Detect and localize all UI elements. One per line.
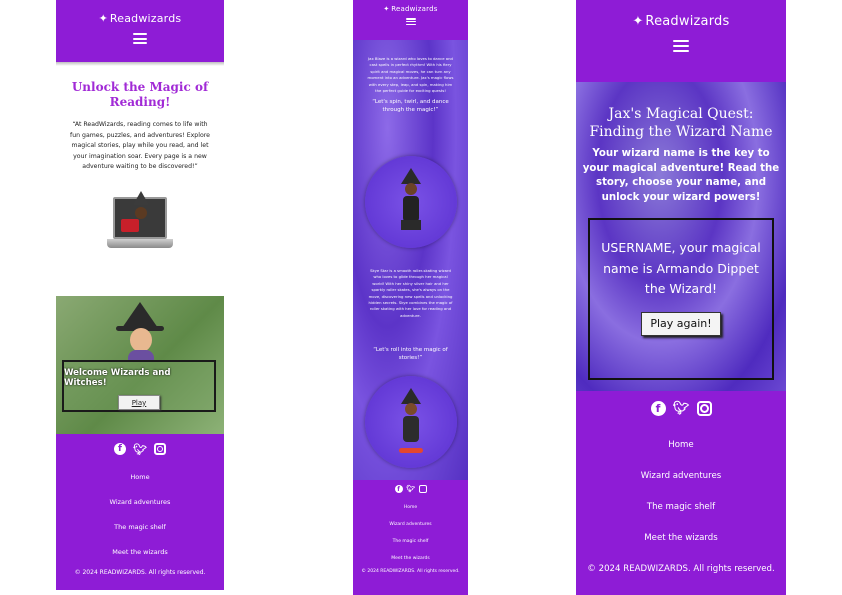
brand-name: Readwizards — [391, 5, 438, 13]
magic-wand-icon: ✦ — [98, 12, 108, 25]
skye-description: Skye Star is a smooth roller-skating wiz… — [368, 268, 453, 318]
witch-avatar — [116, 302, 164, 362]
social-links: f 🐦︎ — [394, 485, 427, 493]
jax-avatar — [365, 156, 457, 248]
header-shadow — [56, 62, 224, 66]
phone-screen-quest: ✦ Readwizards Jax's Magical Quest: Findi… — [576, 0, 786, 595]
welcome-title: Welcome Wizards and Witches! — [64, 368, 171, 388]
play-again-button[interactable]: Play again! — [641, 311, 721, 336]
wizard-name-result: USERNAME, your magical name is Armando D… — [601, 240, 761, 296]
nav-home[interactable]: Home — [389, 499, 431, 516]
facebook-icon[interactable]: f — [650, 401, 666, 416]
brand-name: Readwizards — [109, 12, 182, 25]
brand-name: Readwizards — [645, 14, 730, 29]
logo[interactable]: ✦ Readwizards — [99, 12, 182, 25]
nav-home[interactable]: Home — [110, 465, 171, 490]
site-footer: f 🐦︎ Home Wizard adventures The magic sh… — [576, 391, 786, 595]
site-header: ✦ Readwizards — [353, 0, 468, 40]
wizard-laptop-image — [107, 190, 173, 255]
logo[interactable]: ✦ Readwizards — [383, 5, 437, 13]
intro-text: “At ReadWizards, reading comes to life w… — [70, 121, 210, 170]
social-links: f 🐦︎ — [114, 443, 166, 456]
facebook-icon[interactable]: f — [114, 443, 126, 455]
site-header: ✦ Readwizards — [56, 0, 224, 62]
welcome-box: Welcome Wizards and Witches! Play — [62, 360, 216, 412]
nav-wizard-adventures[interactable]: Wizard adventures — [641, 461, 722, 492]
instagram-icon[interactable] — [696, 401, 712, 416]
twitter-icon[interactable]: 🐦︎ — [673, 401, 690, 416]
wizard-name-result-box: USERNAME, your magical name is Armando D… — [588, 218, 774, 380]
site-header: ✦ Readwizards — [576, 0, 786, 82]
logo[interactable]: ✦ Readwizards — [633, 14, 730, 29]
phone-screen-home: ✦ Readwizards Unlock the Magic of Readin… — [56, 0, 224, 590]
hamburger-menu-icon[interactable] — [405, 18, 416, 25]
footer-nav: Home Wizard adventures The magic shelf M… — [389, 499, 431, 567]
nav-magic-shelf[interactable]: The magic shelf — [641, 492, 722, 523]
play-button[interactable]: Play — [118, 395, 160, 410]
instagram-icon[interactable] — [154, 443, 166, 455]
page-title: Unlock the Magic of Reading! — [71, 80, 209, 109]
social-links: f 🐦︎ — [650, 401, 712, 416]
skye-avatar — [365, 376, 457, 468]
phone-screen-wizards: ✦ Readwizards Jax Blaze is a wizard who … — [353, 0, 468, 595]
skye-quote: “Let's roll into the magic of stories!” — [373, 347, 448, 361]
copyright: © 2024 READWIZARDS. All rights reserved. — [74, 569, 206, 576]
nav-wizard-adventures[interactable]: Wizard adventures — [110, 490, 171, 515]
nav-home[interactable]: Home — [641, 430, 722, 461]
instagram-icon[interactable] — [418, 485, 427, 493]
nav-meet-wizards[interactable]: Meet the wizards — [389, 550, 431, 567]
twitter-icon[interactable]: 🐦︎ — [406, 485, 415, 493]
nav-meet-wizards[interactable]: Meet the wizards — [641, 523, 722, 554]
welcome-section: Welcome Wizards and Witches! Play — [56, 296, 224, 434]
twitter-icon[interactable]: 🐦︎ — [133, 443, 147, 456]
magic-wand-icon: ✦ — [383, 5, 390, 13]
nav-magic-shelf[interactable]: The magic shelf — [389, 533, 431, 550]
copyright: © 2024 READWIZARDS. All rights reserved. — [587, 564, 775, 574]
site-footer: f 🐦︎ Home Wizard adventures The magic sh… — [56, 434, 224, 590]
nav-wizard-adventures[interactable]: Wizard adventures — [389, 516, 431, 533]
wizards-content: Jax Blaze is a wizard who loves to dance… — [353, 40, 468, 480]
nav-meet-wizards[interactable]: Meet the wizards — [110, 540, 171, 565]
hamburger-menu-icon[interactable] — [673, 40, 689, 52]
magic-wand-icon: ✦ — [632, 14, 644, 29]
jax-description: Jax Blaze is a wizard who loves to dance… — [367, 56, 454, 94]
quest-title: Jax's Magical Quest: Finding the Wizard … — [589, 106, 773, 140]
nav-magic-shelf[interactable]: The magic shelf — [110, 515, 171, 540]
copyright: © 2024 READWIZARDS. All rights reserved. — [361, 569, 460, 574]
hamburger-menu-icon[interactable] — [133, 33, 147, 44]
jax-quote: “Let's spin, twirl, and dance through th… — [372, 99, 449, 114]
footer-nav: Home Wizard adventures The magic shelf M… — [641, 430, 722, 554]
footer-nav: Home Wizard adventures The magic shelf M… — [110, 465, 171, 565]
site-footer: f 🐦︎ Home Wizard adventures The magic sh… — [353, 480, 468, 595]
facebook-icon[interactable]: f — [394, 485, 403, 493]
quest-text: Your wizard name is the key to your magi… — [582, 148, 780, 203]
quest-content: Jax's Magical Quest: Finding the Wizard … — [576, 82, 786, 391]
